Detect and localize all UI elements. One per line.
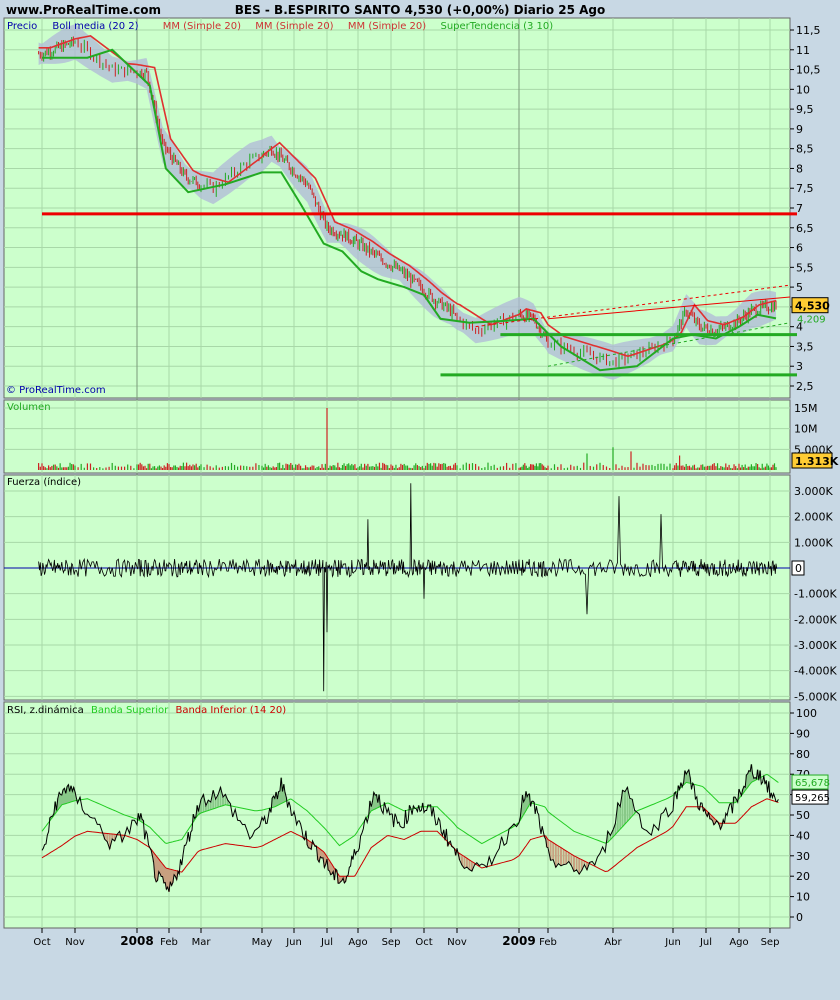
rsi-y-tick-label: 10 — [796, 891, 810, 904]
rsi-y-tick-label: 80 — [796, 748, 810, 761]
supertrend-badge-text: 4,209 — [797, 314, 826, 325]
x-axis: Oct Nov 2008 Feb Mar May Jun Jul Ago Sep Oct Nov 200… — [33, 928, 779, 948]
x-tick-label: 2008 — [120, 934, 153, 948]
force-y-tick-label: 3.000K — [794, 485, 833, 498]
price-legend: Precio Boll media (20 2) MM (Simple 20) MM … — [7, 21, 553, 32]
volume-panel: Volumen 15M10M5.000K1.313K — [3, 399, 839, 474]
force-panel: Fuerza (índice) 3.000K 2.000K 1.000K -1.000… — [3, 474, 837, 703]
last-price-badge-text: 4,530 — [795, 300, 830, 313]
x-tick-label: Abr — [604, 937, 622, 948]
price-y-tick-label: 7,5 — [796, 182, 814, 195]
force-label: Fuerza (índice) — [7, 476, 81, 488]
price-y-tick-label: 11,5 — [796, 24, 821, 37]
volume-y-axis: 15M10M5.000K1.313K — [791, 402, 839, 469]
price-y-tick-label: 5 — [796, 281, 803, 294]
x-tick-label: 2009 — [502, 934, 535, 948]
chart-canvas: Precio Boll media (20 2) MM (Simple 20) MM … — [3, 17, 839, 948]
force-plot-area — [3, 474, 791, 701]
price-y-tick-label: 6,5 — [796, 222, 814, 235]
force-y-tick-label: -5.000K — [794, 690, 837, 703]
price-y-tick-label: 3 — [796, 360, 803, 373]
price-y-tick-label: 6 — [796, 242, 803, 255]
x-tick-label: Sep — [761, 937, 780, 948]
price-y-tick-label: 8,5 — [796, 143, 814, 156]
rsi-value-badge-text: 59,265 — [795, 793, 830, 804]
rsi-legend: RSI, z.dinámica Banda Superior Banda Inf… — [7, 704, 286, 716]
x-tick-label: Oct — [33, 937, 50, 948]
price-y-tick-label: 7 — [796, 202, 803, 215]
price-legend-item: SuperTendencia (3 10) — [441, 21, 554, 32]
rsi-y-tick-label: 100 — [796, 707, 817, 720]
volume-last-badge-text: 1.313K — [795, 455, 839, 468]
rsi-y-tick-label: 90 — [796, 727, 810, 740]
x-tick-label: Ago — [729, 937, 748, 948]
force-y-tick-label: -2.000K — [794, 613, 837, 626]
rsi-label-main: RSI, z.dinámica — [7, 704, 84, 716]
force-y-axis: 3.000K 2.000K 1.000K -1.000K -2.000K -3.000K -… — [791, 485, 837, 703]
price-legend-item: MM (Simple 20) — [163, 21, 241, 32]
rsi-y-tick-label: 0 — [796, 911, 803, 924]
x-tick-label: Nov — [447, 937, 467, 948]
force-y-tick-label: -4.000K — [794, 665, 837, 678]
force-y-tick-label: -1.000K — [794, 588, 837, 601]
rsi-y-axis: 100908070605040302010065,67859,265 — [790, 707, 830, 924]
volume-label: Volumen — [7, 402, 51, 413]
x-tick-label: Jul — [320, 937, 333, 948]
price-legend-item: MM (Simple 20) — [255, 21, 333, 32]
price-legend-item: Boll media (20 2) — [52, 21, 138, 32]
x-tick-label: Jul — [699, 937, 712, 948]
x-tick-label: Oct — [415, 937, 432, 948]
price-y-tick-label: 10 — [796, 83, 810, 96]
price-y-tick-label: 8 — [796, 162, 803, 175]
price-y-tick-label: 5,5 — [796, 261, 814, 274]
x-tick-label: Jun — [664, 937, 681, 948]
price-legend-item: Precio — [7, 21, 37, 32]
price-y-tick-label: 9 — [796, 123, 803, 136]
x-tick-label: Feb — [539, 937, 557, 948]
force-y-tick-label: 2.000K — [794, 511, 833, 524]
force-y-tick-label: 1.000K — [794, 536, 833, 549]
rsi-label-upper: Banda Superior — [91, 705, 169, 716]
price-y-tick-label: 11 — [796, 44, 810, 57]
price-y-tick-label: 10,5 — [796, 64, 821, 77]
volume-y-tick-label: 15M — [794, 402, 818, 415]
x-tick-label: Sep — [382, 937, 401, 948]
rsi-upper-badge-text: 65,678 — [795, 778, 830, 789]
force-y-tick-label: -3.000K — [794, 639, 837, 652]
x-tick-label: Jun — [285, 937, 302, 948]
price-y-tick-label: 9,5 — [796, 103, 814, 116]
price-legend-item: MM (Simple 20) — [348, 21, 426, 32]
x-tick-label: Feb — [160, 937, 178, 948]
watermark: © ProRealTime.com — [6, 385, 106, 396]
rsi-y-tick-label: 30 — [796, 850, 810, 863]
x-tick-label: Mar — [192, 937, 212, 948]
rsi-y-tick-label: 50 — [796, 809, 810, 822]
volume-y-tick-label: 10M — [794, 423, 818, 436]
x-tick-label: May — [252, 937, 273, 948]
rsi-panel: RSI, z.dinámica Banda Superior Banda Inf… — [3, 701, 830, 929]
volume-plot-area — [3, 399, 791, 474]
price-y-tick-label: 2,5 — [796, 380, 814, 393]
x-tick-label: Nov — [65, 937, 85, 948]
rsi-y-tick-label: 40 — [796, 829, 810, 842]
rsi-y-tick-label: 20 — [796, 870, 810, 883]
rsi-label-lower: Banda Inferior (14 20) — [175, 705, 286, 716]
price-y-axis: 11,51110,5109,598,587,576,565,554,543,53… — [790, 24, 830, 393]
price-y-tick-label: 3,5 — [796, 340, 814, 353]
x-tick-label: Ago — [348, 937, 367, 948]
force-zero-badge-text: 0 — [795, 562, 802, 575]
